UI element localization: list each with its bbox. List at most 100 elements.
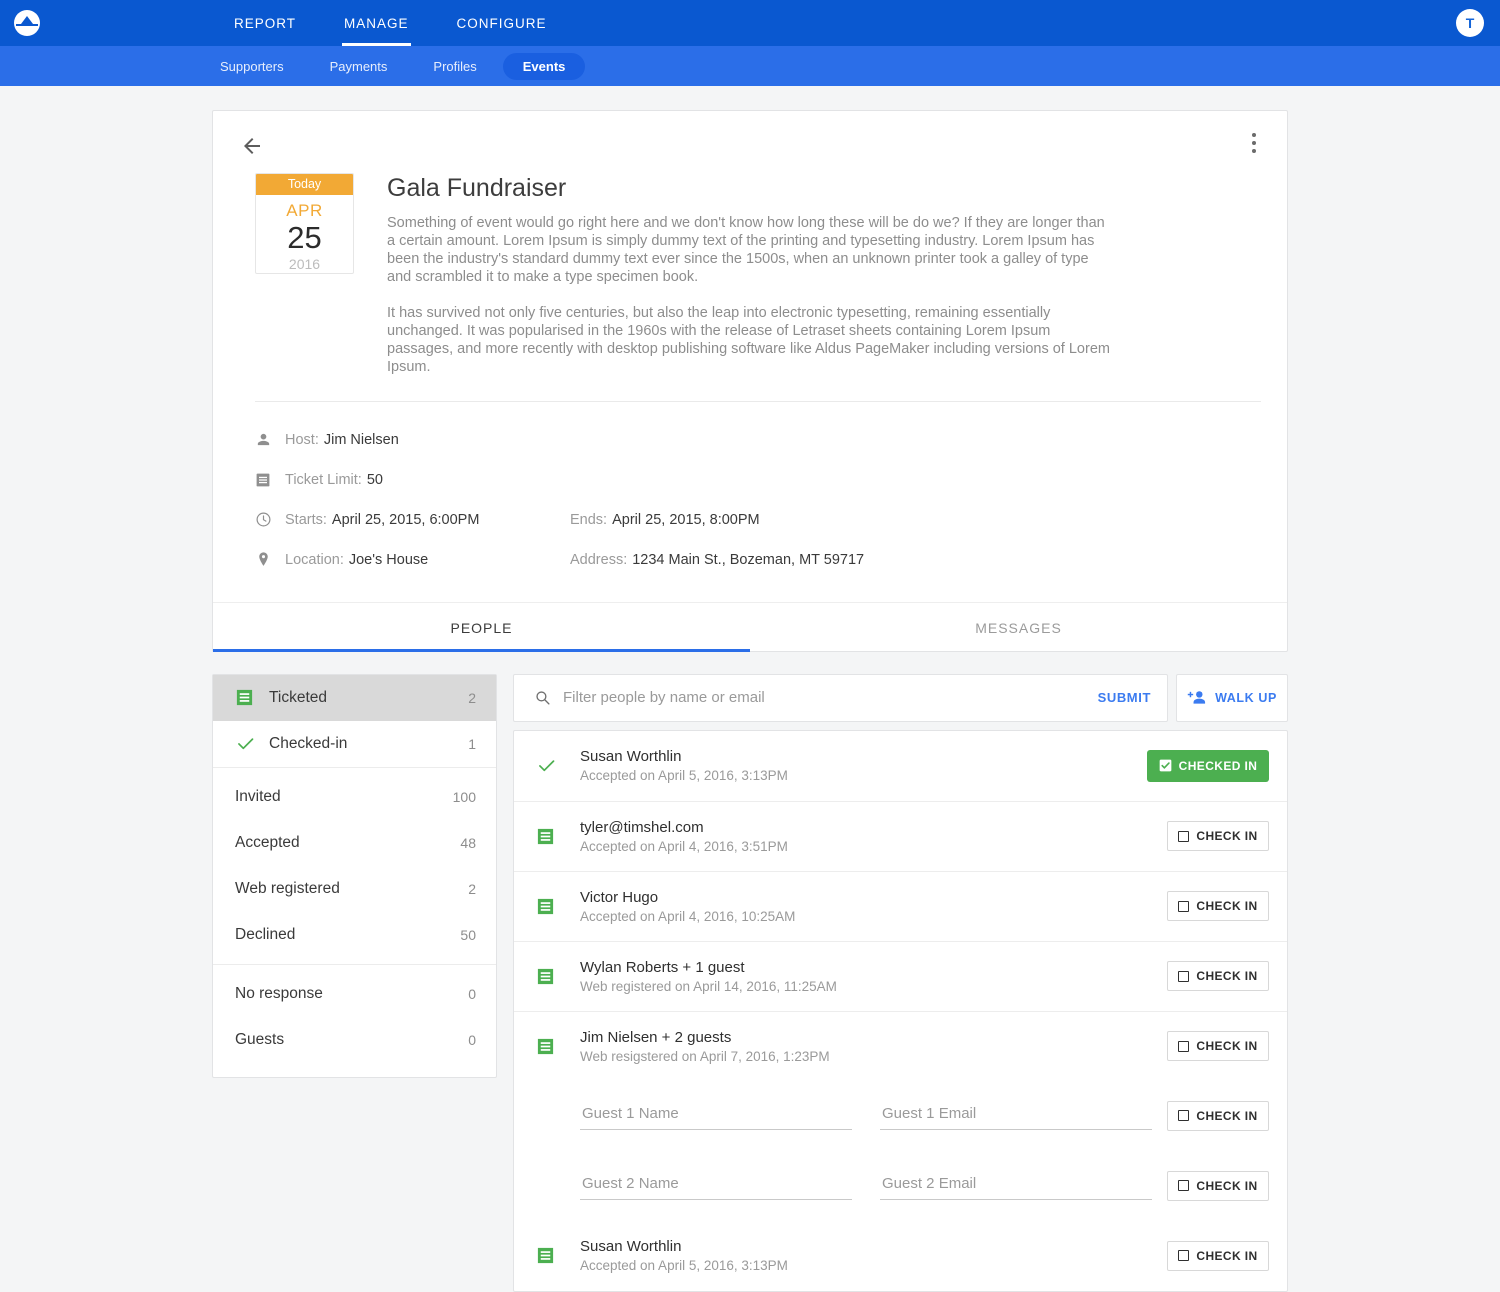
ticket-icon <box>235 688 269 707</box>
tab-messages[interactable]: MESSAGES <box>750 603 1287 651</box>
sidebar-item-no-response[interactable]: No response 0 <box>213 971 496 1017</box>
checkbox-icon <box>1178 1110 1190 1122</box>
subnav-item-profiles[interactable]: Profiles <box>413 53 496 80</box>
sidebar-item-guests[interactable]: Guests 0 <box>213 1017 496 1063</box>
checkbox-icon <box>1178 900 1190 912</box>
app-logo[interactable] <box>4 10 50 36</box>
sidebar-item-invited[interactable]: Invited 100 <box>213 774 496 820</box>
sidebar-item-declined[interactable]: Declined 50 <box>213 912 496 958</box>
person-name: Susan Worthlin <box>580 748 682 766</box>
sidebar-item-count: 100 <box>452 788 476 805</box>
checkbox-icon <box>1178 970 1190 982</box>
nav-item-manage[interactable]: MANAGE <box>320 0 433 46</box>
person-name: Jim Nielsen + 2 guests <box>580 1028 732 1046</box>
sidebar-group-statuses: Invited 100 Accepted 48 Web registered 2… <box>213 768 496 964</box>
guest-name-field-wrap <box>580 1171 852 1201</box>
person-name: Wylan Roberts + 1 guest <box>580 958 745 976</box>
sidebar-item-ticketed[interactable]: Ticketed 2 <box>213 674 496 721</box>
checkbox-checked-icon <box>1159 759 1172 772</box>
check-in-label: CHECK IN <box>1196 1108 1258 1123</box>
nav-item-report[interactable]: REPORT <box>210 0 320 46</box>
subnav-item-supporters[interactable]: Supporters <box>200 53 304 80</box>
event-tabs: PEOPLE MESSAGES <box>213 601 1287 652</box>
sidebar-item-checked-in[interactable]: Checked-in 1 <box>213 721 496 767</box>
person-name: tyler@timshel.com <box>580 818 704 836</box>
event-description-paragraph-2: It has survived not only five centuries,… <box>387 304 1110 376</box>
ticket-icon <box>536 1246 580 1265</box>
walk-up-button[interactable]: WALK UP <box>1176 673 1288 722</box>
primary-nav: REPORT MANAGE CONFIGURE <box>210 0 571 46</box>
check-in-label: CHECK IN <box>1196 1248 1258 1263</box>
search-input[interactable] <box>563 689 1084 707</box>
sidebar-item-count: 2 <box>468 689 476 706</box>
location-pin-icon <box>255 551 285 568</box>
starts-label: Starts: <box>285 511 327 528</box>
brand-circle-triangle-icon <box>14 10 40 36</box>
ticket-limit-label: Ticket Limit: <box>285 471 362 488</box>
person-name: Victor Hugo <box>580 888 659 906</box>
date-badge-month: APR <box>286 201 323 220</box>
avatar[interactable]: T <box>1456 9 1484 37</box>
checkbox-icon <box>1178 1250 1190 1262</box>
sidebar-item-label: Accepted <box>235 833 300 851</box>
secondary-navigation-bar: Supporters Payments Profiles Events <box>0 46 1500 86</box>
checkbox-icon <box>1178 830 1190 842</box>
sidebar-item-accepted[interactable]: Accepted 48 <box>213 820 496 866</box>
person-status: Web registered on April 14, 2016, 11:25A… <box>580 978 837 994</box>
nav-item-configure[interactable]: CONFIGURE <box>433 0 571 46</box>
ends-value: April 25, 2015, 8:00PM <box>612 511 760 528</box>
ticket-icon <box>536 897 580 916</box>
sidebar-item-count: 48 <box>460 834 476 851</box>
ticket-icon <box>536 967 580 986</box>
person-name: Susan Worthlin <box>580 1238 682 1256</box>
check-in-label: CHECK IN <box>1196 899 1258 914</box>
event-date-badge: Today APR 25 2016 <box>255 173 354 274</box>
event-metadata: Host: Jim Nielsen Ticket Limit: 50 Start… <box>213 402 1287 602</box>
guest-2-email-input[interactable] <box>880 1171 1152 1201</box>
ticket-icon <box>536 827 580 846</box>
subnav-item-payments[interactable]: Payments <box>310 53 408 80</box>
sidebar-item-label: Declined <box>235 925 296 943</box>
guest-row: CHECK IN <box>514 1081 1287 1151</box>
event-description-paragraph-1: Something of event would go right here a… <box>387 214 1105 286</box>
guest-fields <box>536 1101 1167 1131</box>
check-in-button[interactable]: CHECK IN <box>1167 891 1269 922</box>
person-status: Accepted on April 5, 2016, 3:13PM <box>580 768 788 784</box>
list-item[interactable]: Susan Worthlin Accepted on April 5, 2016… <box>514 1221 1287 1291</box>
subnav-item-events[interactable]: Events <box>502 52 586 80</box>
meta-row-times: Starts: April 25, 2015, 6:00PM Ends: Apr… <box>255 500 1261 540</box>
list-item[interactable]: Susan Worthlin Accepted on April 5, 2016… <box>514 731 1287 801</box>
tab-people[interactable]: PEOPLE <box>213 603 750 652</box>
list-item[interactable]: Jim Nielsen + 2 guests Web resigstered o… <box>514 1010 1287 1081</box>
list-item[interactable]: tyler@timshel.com Accepted on April 4, 2… <box>514 800 1287 871</box>
guest-1-name-input[interactable] <box>580 1101 852 1131</box>
check-in-button[interactable]: CHECK IN <box>1167 1240 1269 1271</box>
back-arrow-icon[interactable] <box>239 133 265 159</box>
checked-in-label: CHECKED IN <box>1178 758 1258 773</box>
sidebar-item-web-registered[interactable]: Web registered 2 <box>213 866 496 912</box>
check-in-label: CHECK IN <box>1196 1178 1258 1193</box>
list-item[interactable]: Wylan Roberts + 1 guest Web registered o… <box>514 940 1287 1011</box>
search-icon <box>534 689 551 706</box>
search-box: SUBMIT <box>513 673 1168 722</box>
people-filter-bar: SUBMIT WALK UP <box>513 673 1288 722</box>
check-in-label: CHECK IN <box>1196 1039 1258 1054</box>
guest-1-email-input[interactable] <box>880 1101 1152 1131</box>
person-icon <box>255 431 285 448</box>
check-in-button[interactable]: CHECK IN <box>1167 1100 1269 1131</box>
checked-in-button[interactable]: CHECKED IN <box>1147 749 1269 782</box>
check-in-label: CHECK IN <box>1196 969 1258 984</box>
host-label: Host: <box>285 431 319 448</box>
check-in-button[interactable]: CHECK IN <box>1167 961 1269 992</box>
list-item[interactable]: Victor Hugo Accepted on April 4, 2016, 1… <box>514 870 1287 941</box>
sidebar-item-count: 0 <box>468 1031 476 1048</box>
submit-button[interactable]: SUBMIT <box>1084 690 1151 705</box>
guest-2-name-input[interactable] <box>580 1171 852 1201</box>
check-in-button[interactable]: CHECK IN <box>1167 1031 1269 1062</box>
check-in-button[interactable]: CHECK IN <box>1167 821 1269 852</box>
kebab-menu-icon[interactable] <box>1243 129 1265 157</box>
check-in-button[interactable]: CHECK IN <box>1167 1170 1269 1201</box>
guest-row: CHECK IN <box>514 1151 1287 1221</box>
checkbox-icon <box>1178 1180 1190 1192</box>
sidebar-group-other: No response 0 Guests 0 <box>213 965 496 1069</box>
